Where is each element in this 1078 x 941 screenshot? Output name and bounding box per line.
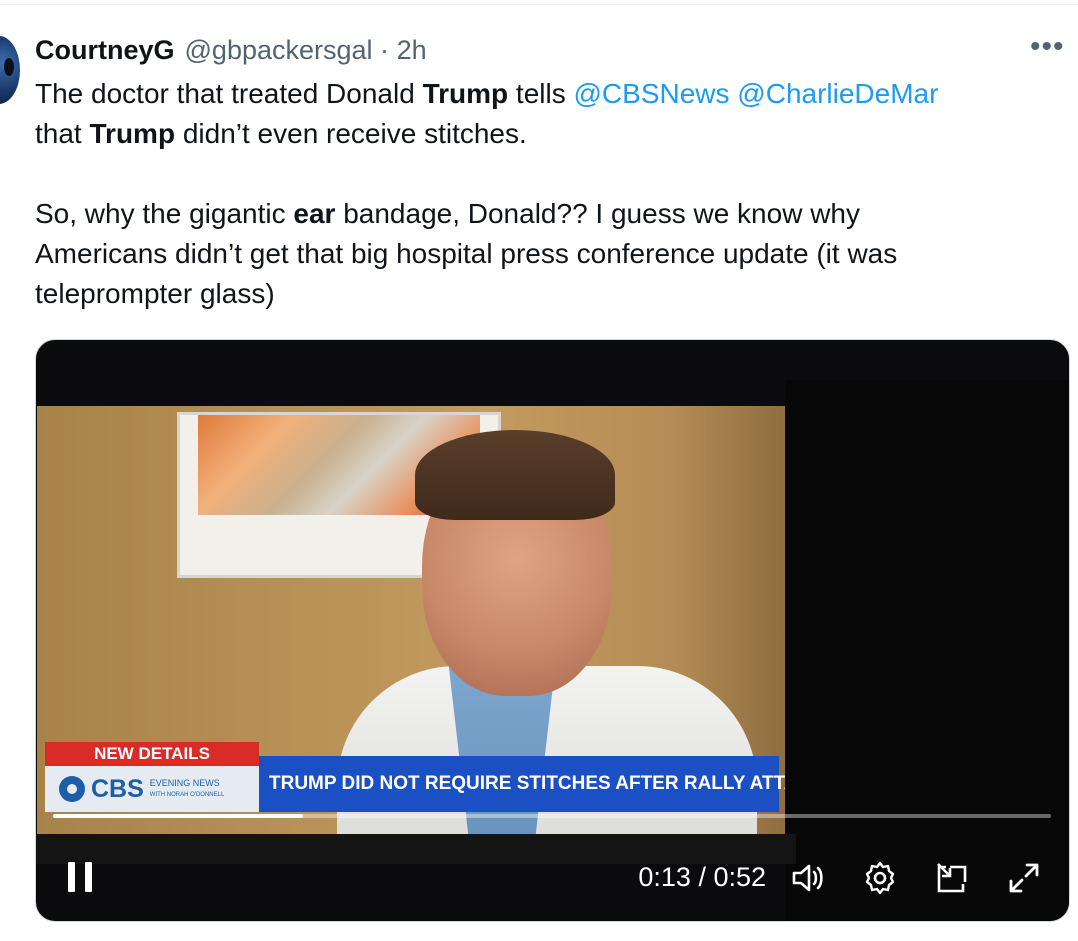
author-name[interactable]: CourtneyG xyxy=(35,35,175,66)
tv-frame xyxy=(785,380,1069,921)
pause-icon[interactable] xyxy=(66,860,96,894)
video-frame: NEW DETAILS CBS EVENING NEWS WITH NORAH O… xyxy=(37,406,785,834)
fullscreen-icon[interactable] xyxy=(1004,858,1044,898)
timestamp[interactable]: 2h xyxy=(397,35,427,65)
tweet-text: The doctor that treated Donald Trump tel… xyxy=(35,78,939,309)
cbs-logo: CBS EVENING NEWS WITH NORAH O'DONNELL xyxy=(45,766,259,812)
picture-in-picture-icon[interactable] xyxy=(932,858,972,898)
volume-icon[interactable] xyxy=(788,858,828,898)
doctor-hair xyxy=(415,430,615,520)
time-display: 0:13 / 0:52 xyxy=(638,862,766,892)
progress-bar[interactable] xyxy=(53,814,1051,818)
author-handle[interactable]: @gbpackersgal · 2h xyxy=(185,35,427,66)
more-options-icon[interactable]: ••• xyxy=(1030,32,1070,63)
chyron-tag: NEW DETAILS xyxy=(45,742,259,766)
cbs-eye-icon xyxy=(59,776,85,802)
tweet-header: CourtneyG @gbpackersgal · 2h xyxy=(35,33,427,67)
avatar[interactable] xyxy=(0,36,20,104)
video-player[interactable]: NEW DETAILS CBS EVENING NEWS WITH NORAH O… xyxy=(35,339,1070,922)
mention-charliedemar[interactable]: @CharlieDeMar xyxy=(737,78,938,109)
progress-fill xyxy=(53,814,303,818)
settings-gear-icon[interactable] xyxy=(860,858,900,898)
top-divider xyxy=(0,4,1078,5)
chyron-headline: TRUMP DID NOT REQUIRE STITCHES AFTER RAL… xyxy=(259,756,785,812)
mention-cbsnews[interactable]: @CBSNews xyxy=(574,78,730,109)
